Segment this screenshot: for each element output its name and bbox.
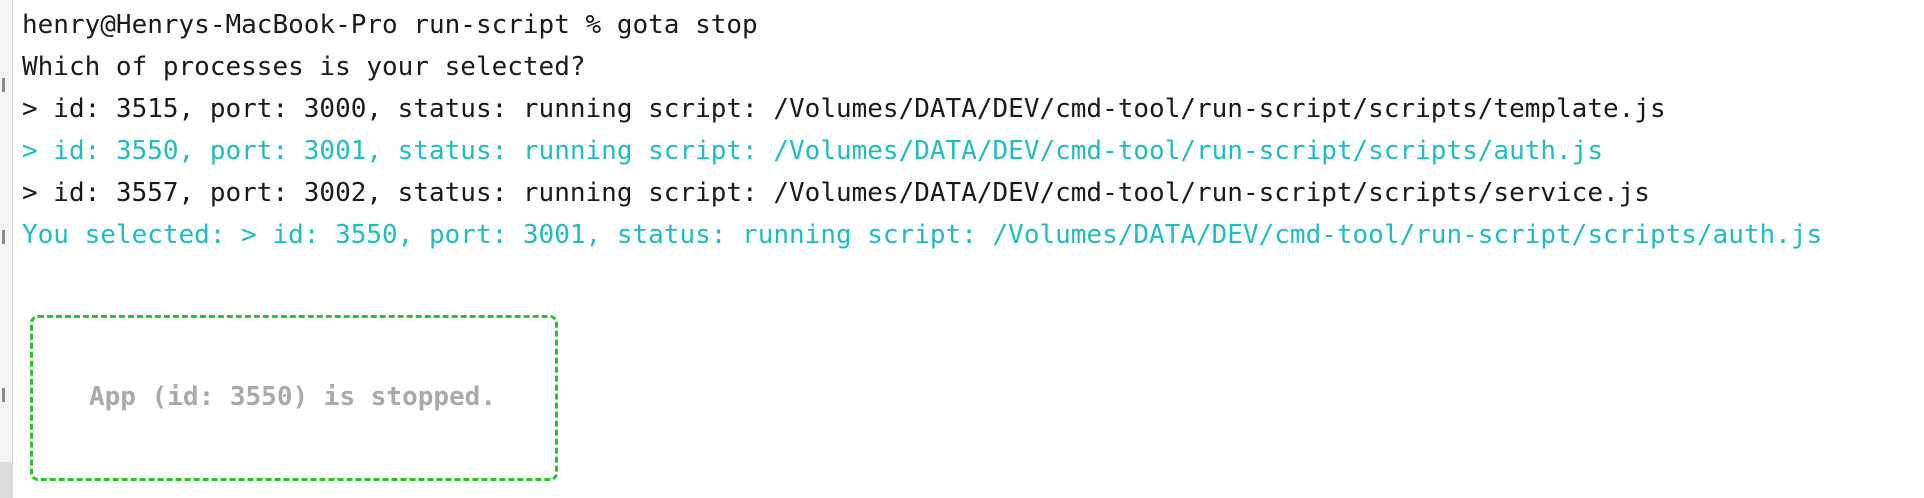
process-option[interactable]: > id: 3557, port: 3002, status: running … bbox=[22, 172, 1822, 214]
terminal-output: henry@Henrys-MacBook-Pro run-script % go… bbox=[22, 4, 1822, 256]
gutter-marker bbox=[2, 230, 5, 244]
terminal-window[interactable]: henry@Henrys-MacBook-Pro run-script % go… bbox=[0, 0, 1924, 498]
left-gutter bbox=[0, 0, 13, 498]
gutter-scroll-area bbox=[0, 462, 12, 498]
process-option-selected[interactable]: > id: 3550, port: 3001, status: running … bbox=[22, 130, 1822, 172]
gutter-marker bbox=[2, 388, 5, 402]
stopped-message: App (id: 3550) is stopped. bbox=[89, 382, 496, 412]
command-prompt-line: henry@Henrys-MacBook-Pro run-script % go… bbox=[22, 10, 758, 40]
question-line: Which of processes is your selected? bbox=[22, 52, 586, 82]
result-box: App (id: 3550) is stopped. bbox=[30, 315, 558, 481]
gutter-marker bbox=[2, 78, 5, 92]
process-option[interactable]: > id: 3515, port: 3000, status: running … bbox=[22, 88, 1822, 130]
selection-confirmation: You selected: > id: 3550, port: 3001, st… bbox=[22, 220, 1823, 250]
